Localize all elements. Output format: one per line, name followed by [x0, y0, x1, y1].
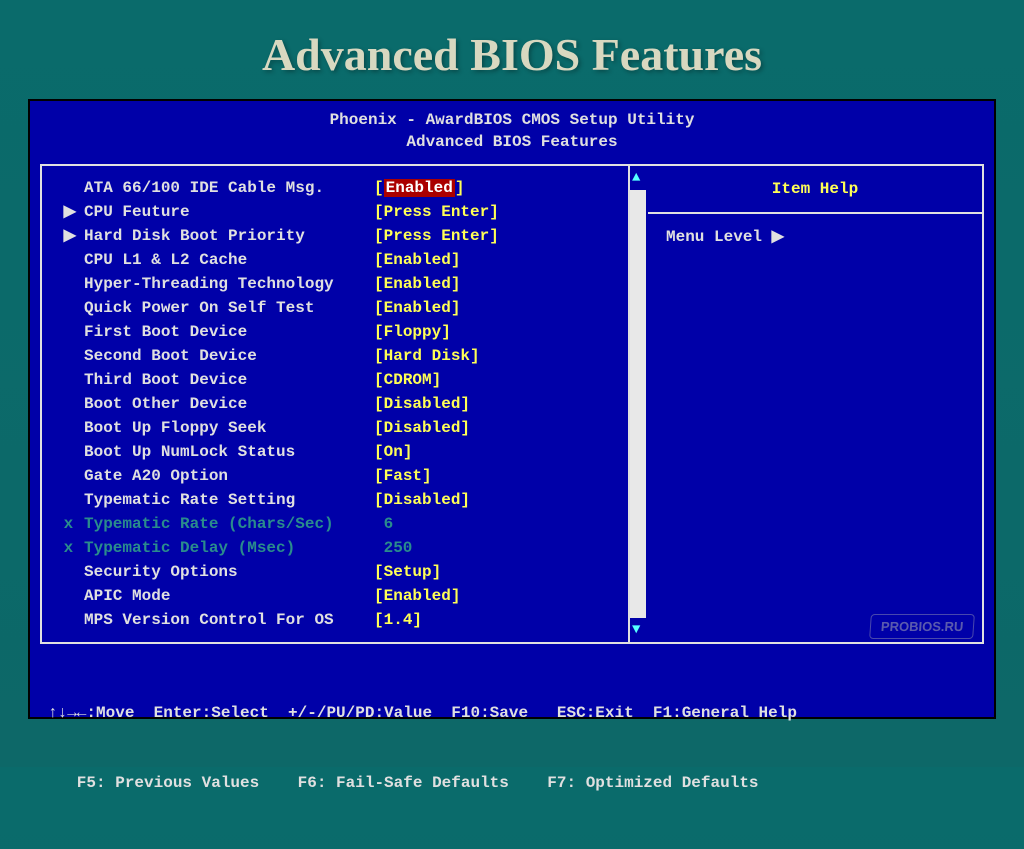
setting-row: x Typematic Delay (Msec) 250: [54, 536, 628, 560]
setting-row[interactable]: CPU L1 & L2 Cache[Enabled]: [54, 248, 628, 272]
setting-value[interactable]: [1.4]: [374, 608, 422, 632]
setting-value[interactable]: [Hard Disk]: [374, 344, 480, 368]
row-indent-icon: [54, 176, 84, 200]
scroll-track[interactable]: [630, 190, 646, 618]
row-indent-icon: [54, 272, 84, 296]
scrollbar[interactable]: ▲ ▼: [630, 166, 648, 642]
setting-row[interactable]: ATA 66/100 IDE Cable Msg.[Enabled]: [54, 176, 628, 200]
menu-level: Menu Level ▶: [658, 226, 972, 246]
settings-pane[interactable]: ATA 66/100 IDE Cable Msg.[Enabled] ▶ CPU…: [40, 166, 630, 642]
setting-label: Hyper-Threading Technology: [84, 272, 374, 296]
bios-header: Phoenix - AwardBIOS CMOS Setup Utility A…: [30, 101, 994, 160]
bios-title-line2: Advanced BIOS Features: [30, 131, 994, 153]
setting-row: x Typematic Rate (Chars/Sec) 6: [54, 512, 628, 536]
row-indent-icon: x: [54, 512, 84, 536]
setting-row[interactable]: ▶ Hard Disk Boot Priority[Press Enter]: [54, 224, 628, 248]
setting-value[interactable]: [Floppy]: [374, 320, 451, 344]
setting-row[interactable]: Quick Power On Self Test[Enabled]: [54, 296, 628, 320]
footer-line2: F5: Previous Values F6: Fail-Safe Defaul…: [48, 772, 976, 795]
row-indent-icon: ▶: [54, 200, 84, 224]
setting-value[interactable]: [Enabled]: [374, 272, 460, 296]
footer-line1: ↑↓→←:Move Enter:Select +/-/PU/PD:Value F…: [48, 702, 976, 725]
setting-row[interactable]: Boot Other Device[Disabled]: [54, 392, 628, 416]
row-indent-icon: [54, 392, 84, 416]
help-divider: [648, 212, 982, 214]
setting-label: APIC Mode: [84, 584, 374, 608]
watermark: PROBIOS.RU: [869, 614, 975, 639]
row-indent-icon: [54, 608, 84, 632]
help-pane: Item Help Menu Level ▶: [648, 166, 984, 642]
row-indent-icon: [54, 464, 84, 488]
row-indent-icon: ▶: [54, 224, 84, 248]
setting-label: Hard Disk Boot Priority: [84, 224, 374, 248]
setting-value[interactable]: [CDROM]: [374, 368, 441, 392]
setting-row[interactable]: Hyper-Threading Technology[Enabled]: [54, 272, 628, 296]
row-indent-icon: x: [54, 536, 84, 560]
setting-value[interactable]: [Disabled]: [374, 488, 470, 512]
setting-label: Typematic Rate Setting: [84, 488, 374, 512]
setting-value[interactable]: [Enabled]: [374, 176, 464, 200]
setting-row[interactable]: Boot Up Floppy Seek[Disabled]: [54, 416, 628, 440]
setting-value[interactable]: [Disabled]: [374, 416, 470, 440]
setting-row[interactable]: Security Options[Setup]: [54, 560, 628, 584]
bios-footer: ↑↓→←:Move Enter:Select +/-/PU/PD:Value F…: [30, 650, 994, 849]
setting-label: Boot Up Floppy Seek: [84, 416, 374, 440]
setting-row[interactable]: Second Boot Device[Hard Disk]: [54, 344, 628, 368]
setting-label: Boot Up NumLock Status: [84, 440, 374, 464]
setting-row[interactable]: Gate A20 Option[Fast]: [54, 464, 628, 488]
setting-value[interactable]: [Disabled]: [374, 392, 470, 416]
row-indent-icon: [54, 296, 84, 320]
setting-value[interactable]: [Setup]: [374, 560, 441, 584]
row-indent-icon: [54, 344, 84, 368]
row-indent-icon: [54, 584, 84, 608]
setting-label: First Boot Device: [84, 320, 374, 344]
setting-label: Boot Other Device: [84, 392, 374, 416]
setting-row[interactable]: Boot Up NumLock Status[On]: [54, 440, 628, 464]
setting-label: Quick Power On Self Test: [84, 296, 374, 320]
setting-label: CPU L1 & L2 Cache: [84, 248, 374, 272]
setting-label: Typematic Delay (Msec): [84, 536, 374, 560]
setting-value[interactable]: [Enabled]: [374, 248, 460, 272]
setting-value[interactable]: [Enabled]: [374, 584, 460, 608]
scroll-down-icon[interactable]: ▼: [632, 622, 640, 638]
setting-value[interactable]: [On]: [374, 440, 412, 464]
row-indent-icon: [54, 488, 84, 512]
row-indent-icon: [54, 416, 84, 440]
setting-label: Third Boot Device: [84, 368, 374, 392]
bios-body: ATA 66/100 IDE Cable Msg.[Enabled] ▶ CPU…: [40, 164, 984, 644]
setting-label: MPS Version Control For OS: [84, 608, 374, 632]
scroll-up-icon[interactable]: ▲: [632, 170, 640, 186]
setting-value: 250: [374, 536, 412, 560]
setting-row[interactable]: Third Boot Device[CDROM]: [54, 368, 628, 392]
setting-label: Typematic Rate (Chars/Sec): [84, 512, 374, 536]
setting-label: Security Options: [84, 560, 374, 584]
setting-row[interactable]: Typematic Rate Setting[Disabled]: [54, 488, 628, 512]
slide-title: Advanced BIOS Features: [0, 0, 1024, 99]
setting-label: CPU Feuture: [84, 200, 374, 224]
row-indent-icon: [54, 368, 84, 392]
row-indent-icon: [54, 320, 84, 344]
help-title: Item Help: [658, 176, 972, 208]
setting-value[interactable]: [Press Enter]: [374, 200, 499, 224]
setting-label: Gate A20 Option: [84, 464, 374, 488]
setting-label: Second Boot Device: [84, 344, 374, 368]
setting-value[interactable]: [Fast]: [374, 464, 432, 488]
setting-value[interactable]: [Press Enter]: [374, 224, 499, 248]
setting-value[interactable]: [Enabled]: [374, 296, 460, 320]
row-indent-icon: [54, 248, 84, 272]
setting-value: 6: [374, 512, 393, 536]
bios-title-line1: Phoenix - AwardBIOS CMOS Setup Utility: [30, 109, 994, 131]
row-indent-icon: [54, 440, 84, 464]
setting-label: ATA 66/100 IDE Cable Msg.: [84, 176, 374, 200]
setting-row[interactable]: ▶ CPU Feuture[Press Enter]: [54, 200, 628, 224]
row-indent-icon: [54, 560, 84, 584]
setting-row[interactable]: MPS Version Control For OS[1.4]: [54, 608, 628, 632]
setting-row[interactable]: APIC Mode[Enabled]: [54, 584, 628, 608]
bios-window: Phoenix - AwardBIOS CMOS Setup Utility A…: [28, 99, 996, 719]
setting-row[interactable]: First Boot Device[Floppy]: [54, 320, 628, 344]
